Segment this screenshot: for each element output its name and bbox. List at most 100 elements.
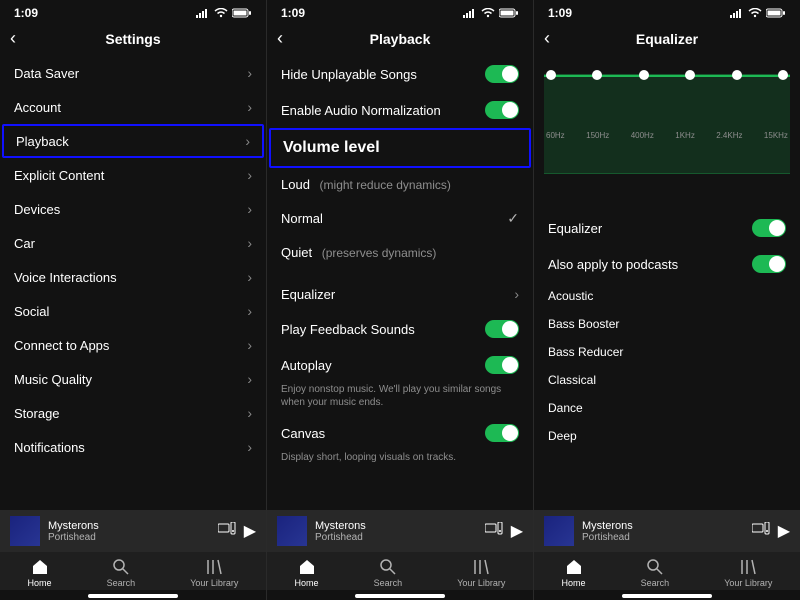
row-volume-quiet[interactable]: Quiet (preserves dynamics) (267, 236, 533, 269)
settings-row-car[interactable]: Car› (0, 226, 266, 260)
now-playing-bar[interactable]: Mysterons Portishead ▶ (0, 510, 266, 552)
settings-row-data-saver[interactable]: Data Saver› (0, 56, 266, 90)
home-indicator[interactable] (622, 594, 712, 598)
nav-home[interactable]: Home (295, 558, 319, 588)
home-icon (31, 558, 49, 576)
home-icon (298, 558, 316, 576)
row-apply-podcasts[interactable]: Also apply to podcasts (534, 246, 800, 282)
volume-level-header: Volume level (271, 130, 529, 166)
preset-bass-booster[interactable]: Bass Booster (534, 310, 800, 338)
equalizer-graph[interactable]: 60Hz150Hz400Hz1KHz2.4KHz15KHz (534, 56, 800, 180)
devices-icon[interactable] (218, 522, 236, 541)
row-volume-normal[interactable]: Normal ✓ (267, 201, 533, 236)
back-button[interactable]: ‹ (277, 28, 283, 49)
nav-library[interactable]: Your Library (457, 558, 505, 588)
header: ‹ Equalizer (534, 22, 800, 56)
settings-row-connect-to-apps[interactable]: Connect to Apps› (0, 328, 266, 362)
album-art (544, 516, 574, 546)
settings-row-explicit-content[interactable]: Explicit Content› (0, 158, 266, 192)
row-feedback-sounds[interactable]: Play Feedback Sounds (267, 311, 533, 347)
now-playing-bar[interactable]: Mysterons Portishead ▶ (534, 510, 800, 552)
settings-row-devices[interactable]: Devices› (0, 192, 266, 226)
row-canvas[interactable]: Canvas (267, 415, 533, 451)
preset-acoustic[interactable]: Acoustic (534, 282, 800, 310)
toggle-autoplay[interactable] (485, 356, 519, 374)
nav-home[interactable]: Home (28, 558, 52, 588)
wifi-icon (214, 8, 228, 18)
toggle-feedback-sounds[interactable] (485, 320, 519, 338)
np-title: Mysterons (582, 520, 744, 532)
home-indicator[interactable] (355, 594, 445, 598)
settings-row-storage[interactable]: Storage› (0, 396, 266, 430)
row-equalizer[interactable]: Equalizer › (267, 277, 533, 311)
back-button[interactable]: ‹ (544, 28, 550, 49)
nav-home[interactable]: Home (562, 558, 586, 588)
row-volume-loud[interactable]: Loud (might reduce dynamics) (267, 168, 533, 201)
devices-icon[interactable] (752, 522, 770, 541)
nav-library[interactable]: Your Library (724, 558, 772, 588)
settings-list[interactable]: Data Saver›Account›Playback›Explicit Con… (0, 56, 266, 510)
toggle-equalizer[interactable] (752, 219, 786, 237)
settings-row-notifications[interactable]: Notifications› (0, 430, 266, 464)
eq-handle[interactable] (546, 70, 556, 80)
wifi-icon (748, 8, 762, 18)
chevron-right-icon: › (245, 133, 250, 149)
row-equalizer-toggle[interactable]: Equalizer (534, 210, 800, 246)
eq-freq-label: 1KHz (675, 131, 695, 140)
page-title: Playback (370, 31, 431, 47)
settings-row-playback[interactable]: Playback› (4, 126, 262, 156)
bottom-nav: Home Search Your Library (267, 552, 533, 590)
chevron-right-icon: › (247, 337, 252, 353)
row-audio-normalization[interactable]: Enable Audio Normalization (267, 92, 533, 128)
settings-row-voice-interactions[interactable]: Voice Interactions› (0, 260, 266, 294)
preset-dance[interactable]: Dance (534, 394, 800, 422)
row-hide-unplayable[interactable]: Hide Unplayable Songs (267, 56, 533, 92)
chevron-right-icon: › (247, 167, 252, 183)
equalizer-content: 60Hz150Hz400Hz1KHz2.4KHz15KHz Equalizer … (534, 56, 800, 510)
album-art (277, 516, 307, 546)
nav-search[interactable]: Search (107, 558, 136, 588)
play-button[interactable]: ▶ (778, 521, 790, 541)
nav-search[interactable]: Search (374, 558, 403, 588)
settings-row-social[interactable]: Social› (0, 294, 266, 328)
eq-handle[interactable] (732, 70, 742, 80)
play-button[interactable]: ▶ (244, 521, 256, 541)
nav-search[interactable]: Search (641, 558, 670, 588)
preset-classical[interactable]: Classical (534, 366, 800, 394)
toggle-audio-normalization[interactable] (485, 101, 519, 119)
bottom-nav: Home Search Your Library (0, 552, 266, 590)
playback-list[interactable]: Hide Unplayable Songs Enable Audio Norma… (267, 56, 533, 510)
eq-handle[interactable] (592, 70, 602, 80)
chevron-right-icon: › (514, 286, 519, 302)
eq-handle[interactable] (685, 70, 695, 80)
preset-deep[interactable]: Deep (534, 422, 800, 450)
settings-row-account[interactable]: Account› (0, 90, 266, 124)
status-bar: 1:09 (267, 0, 533, 22)
back-button[interactable]: ‹ (10, 28, 16, 49)
settings-row-music-quality[interactable]: Music Quality› (0, 362, 266, 396)
preset-bass-reducer[interactable]: Bass Reducer (534, 338, 800, 366)
eq-freq-label: 150Hz (586, 131, 609, 140)
devices-icon[interactable] (485, 522, 503, 541)
chevron-right-icon: › (247, 201, 252, 217)
now-playing-bar[interactable]: Mysterons Portishead ▶ (267, 510, 533, 552)
toggle-apply-podcasts[interactable] (752, 255, 786, 273)
bottom-nav: Home Search Your Library (534, 552, 800, 590)
home-indicator[interactable] (88, 594, 178, 598)
np-title: Mysterons (315, 520, 477, 532)
nav-library[interactable]: Your Library (190, 558, 238, 588)
row-autoplay[interactable]: Autoplay (267, 347, 533, 383)
eq-handle[interactable] (778, 70, 788, 80)
home-icon (565, 558, 583, 576)
chevron-right-icon: › (247, 405, 252, 421)
eq-handle[interactable] (639, 70, 649, 80)
battery-icon (232, 8, 252, 18)
highlight-volume-level: Volume level (269, 128, 531, 168)
toggle-hide-unplayable[interactable] (485, 65, 519, 83)
play-button[interactable]: ▶ (511, 521, 523, 541)
highlight-playback: Playback› (2, 124, 264, 158)
page-title: Equalizer (636, 31, 698, 47)
signal-icon (463, 8, 477, 18)
eq-freq-label: 400Hz (631, 131, 654, 140)
toggle-canvas[interactable] (485, 424, 519, 442)
